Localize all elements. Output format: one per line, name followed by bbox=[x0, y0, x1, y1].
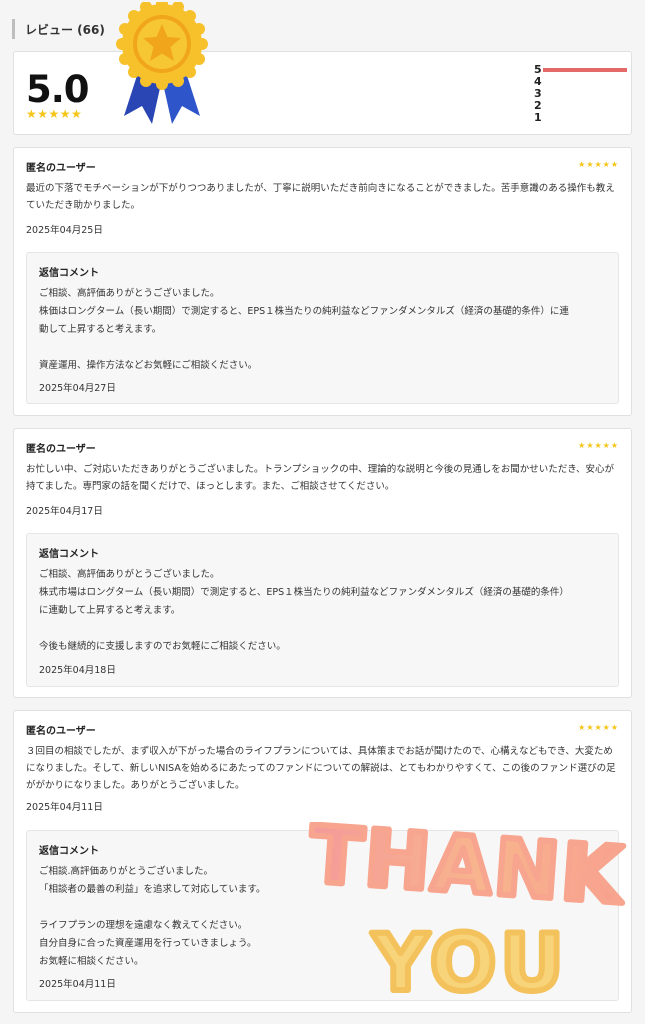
reply-line: 株式市場はロングターム（長い期間）で測定すると、EPS１株当たりの純利益などファ… bbox=[39, 587, 569, 598]
review-stars-icon: ★★★★★ bbox=[578, 723, 619, 732]
average-stars-icon: ★★★★★ bbox=[26, 107, 83, 121]
review-card: 匿名のユーザー ★★★★★ お忙しい中、ご対応いただきありがとうございました。ト… bbox=[13, 428, 632, 698]
review-text: 最近の下落でモチベーションが下がりつつありましたが、丁寧に説明いただき前向きにな… bbox=[26, 183, 615, 211]
reply-line: に連動して上昇すると考えます。 bbox=[39, 605, 181, 616]
reply-date: 2025年04月11日 bbox=[39, 979, 116, 990]
review-stars-icon: ★★★★★ bbox=[578, 160, 619, 169]
reply-body: ご相談、高評価ありがとうございました。 株価はロングターム（長い期間）で測定する… bbox=[39, 285, 609, 375]
distribution-row-4: 4 bbox=[534, 76, 630, 88]
rating-distribution: 5 4 3 2 1 bbox=[534, 64, 630, 124]
reply-line: ご相談、高評価ありがとうございました。 bbox=[39, 569, 220, 580]
distribution-label: 1 bbox=[534, 111, 542, 124]
distribution-row-2: 2 bbox=[534, 100, 630, 112]
reply-line: 資産運用、操作方法などお気軽にご相談ください。 bbox=[39, 360, 258, 371]
review-date: 2025年04月11日 bbox=[26, 802, 103, 813]
rating-summary: 5.0 ★★★★★ 5 4 3 2 1 bbox=[13, 51, 632, 135]
average-score: 5.0 bbox=[26, 68, 90, 111]
distribution-row-5: 5 bbox=[534, 64, 630, 76]
header-accent-bar bbox=[12, 19, 15, 39]
reply-body: ご相談、高評価ありがとうございました。 株式市場はロングターム（長い期間）で測定… bbox=[39, 566, 609, 656]
reply-line: 今後も継続的に支援しますのでお気軽にご相談ください。 bbox=[39, 641, 286, 652]
reply-line: 動して上昇すると考えます。 bbox=[39, 324, 162, 335]
reply-line bbox=[39, 339, 609, 357]
reply-date: 2025年04月18日 bbox=[39, 665, 116, 676]
review-text: ３回目の相談でしたが、まず収入が下がった場合のライフプランについては、具体策まで… bbox=[26, 746, 616, 791]
reply-line: ご相談、高評価ありがとうございました。 bbox=[39, 288, 220, 299]
reply-date: 2025年04月27日 bbox=[39, 383, 116, 394]
reviews-title: レビュー (66) bbox=[25, 22, 105, 37]
review-text: お忙しい中、ご対応いただきありがとうございました。トランプショックの中、理論的な… bbox=[26, 464, 615, 492]
reply-title: 返信コメント bbox=[39, 846, 99, 857]
review-stars-icon: ★★★★★ bbox=[578, 441, 619, 450]
reply-box: 返信コメント ご相談、高評価ありがとうございました。 株価はロングターム（長い期… bbox=[26, 252, 619, 404]
reply-line: 株価はロングターム（長い期間）で測定すると、EPS１株当たりの純利益などファンダ… bbox=[39, 306, 569, 317]
review-card: 匿名のユーザー ★★★★★ 最近の下落でモチベーションが下がりつつありましたが、… bbox=[13, 147, 632, 416]
you-text: YOU bbox=[371, 919, 567, 1004]
thank-text: THANK bbox=[307, 822, 628, 922]
reviewer-name: 匿名のユーザー bbox=[26, 163, 96, 174]
review-date: 2025年04月25日 bbox=[26, 225, 103, 236]
reply-box: 返信コメント ご相談、高評価ありがとうございました。 株式市場はロングターム（長… bbox=[26, 533, 619, 687]
thank-you-sticker: THANK YOU bbox=[304, 822, 631, 1004]
reviewer-name: 匿名のユーザー bbox=[26, 444, 96, 455]
distribution-bar bbox=[543, 68, 627, 72]
distribution-row-1: 1 bbox=[534, 112, 630, 124]
review-date: 2025年04月17日 bbox=[26, 506, 103, 517]
reply-title: 返信コメント bbox=[39, 268, 99, 279]
award-medal-icon bbox=[116, 2, 208, 124]
reply-title: 返信コメント bbox=[39, 549, 99, 560]
reviewer-name: 匿名のユーザー bbox=[26, 726, 96, 737]
distribution-row-3: 3 bbox=[534, 88, 630, 100]
reviews-header: レビュー (66) bbox=[12, 18, 105, 40]
reply-line bbox=[39, 620, 609, 638]
